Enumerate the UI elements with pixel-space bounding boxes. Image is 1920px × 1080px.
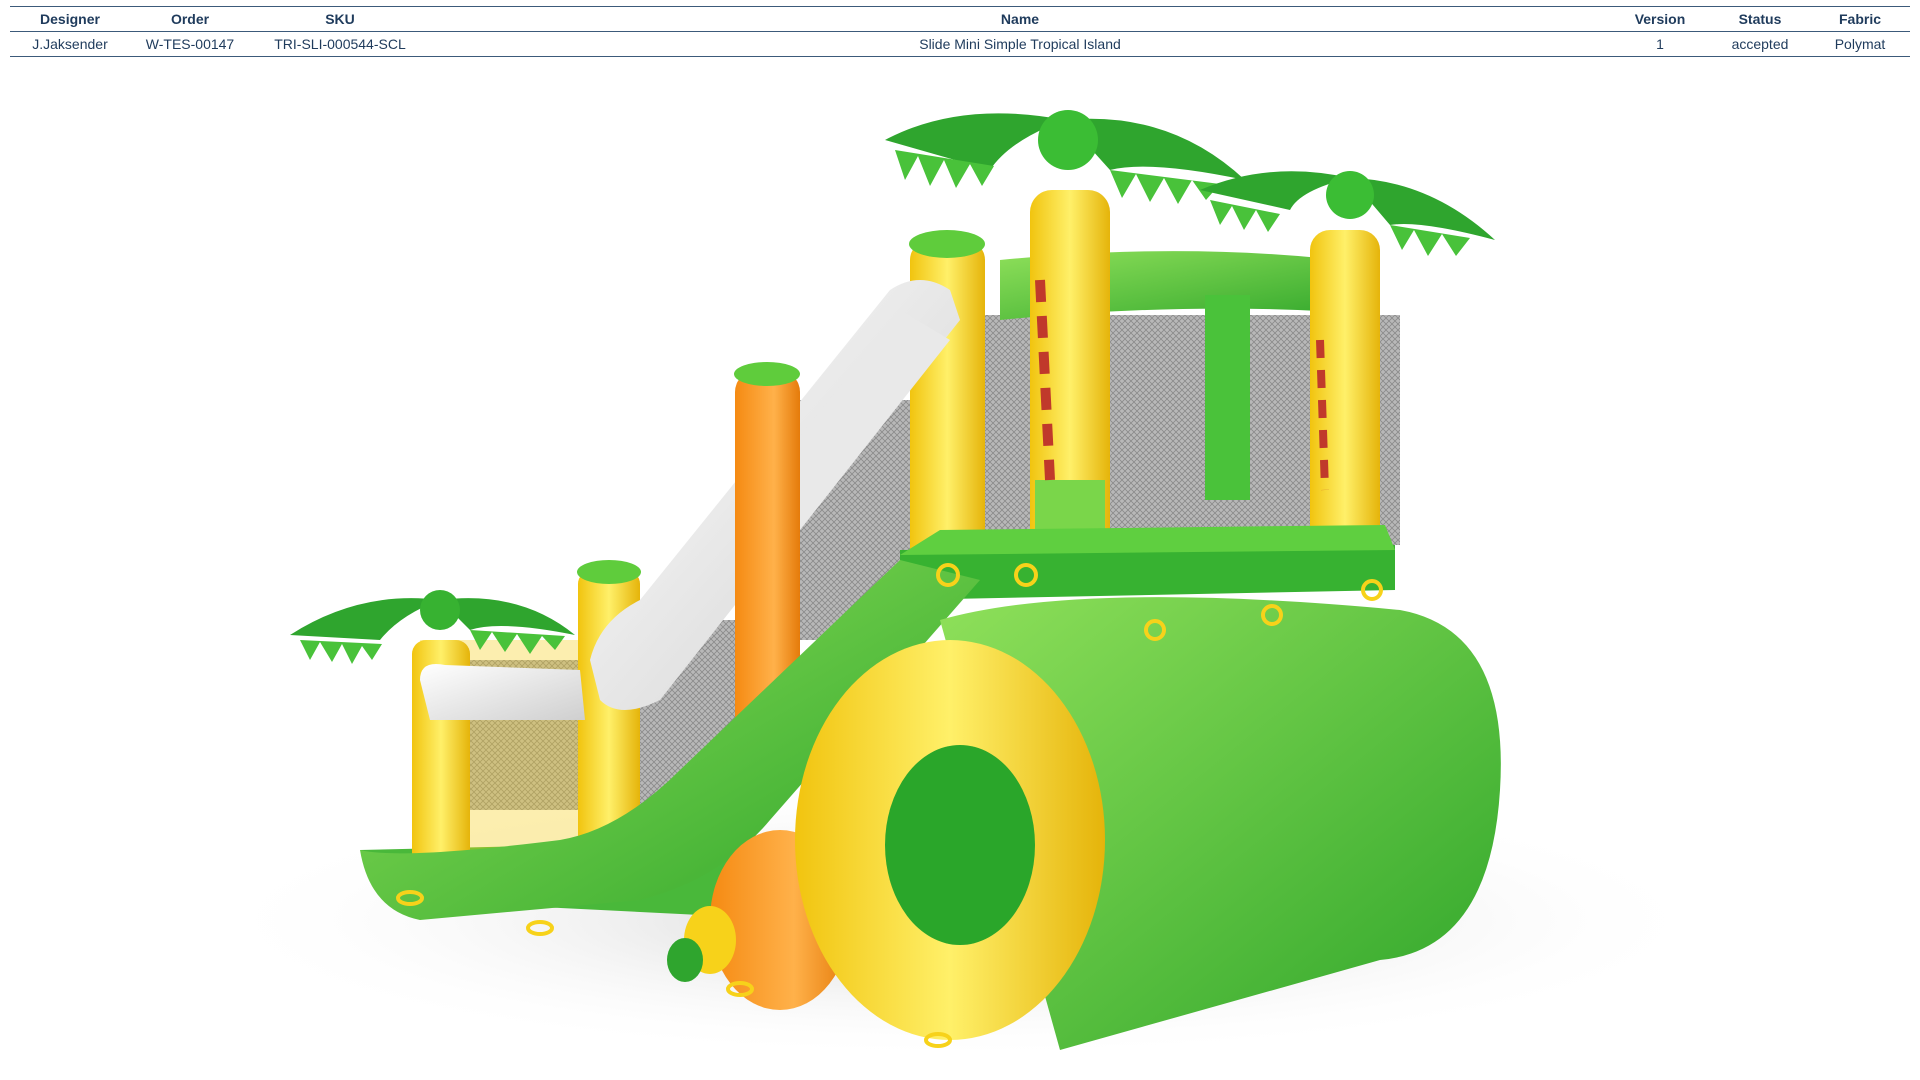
table-row: J.Jaksender W-TES-00147 TRI-SLI-000544-S… <box>10 31 1910 57</box>
table-header-row: Designer Order SKU Name Version Status F… <box>10 6 1910 32</box>
header-sku: SKU <box>250 6 430 32</box>
cell-fabric: Polymat <box>1810 31 1910 57</box>
product-sheet: Designer Order SKU Name Version Status F… <box>0 0 1920 1080</box>
header-status: Status <box>1710 6 1810 32</box>
header-order: Order <box>130 6 250 32</box>
header-fabric: Fabric <box>1810 6 1910 32</box>
cell-status: accepted <box>1710 31 1810 57</box>
header-designer: Designer <box>10 6 130 32</box>
cell-sku: TRI-SLI-000544-SCL <box>250 31 430 57</box>
cell-designer: J.Jaksender <box>10 31 130 57</box>
header-version: Version <box>1610 6 1710 32</box>
header-name: Name <box>430 6 1610 32</box>
product-info-table: Designer Order SKU Name Version Status F… <box>10 6 1910 57</box>
product-render-image <box>200 110 1720 1060</box>
cell-name: Slide Mini Simple Tropical Island <box>430 31 1610 57</box>
cell-version: 1 <box>1610 31 1710 57</box>
cell-order: W-TES-00147 <box>130 31 250 57</box>
